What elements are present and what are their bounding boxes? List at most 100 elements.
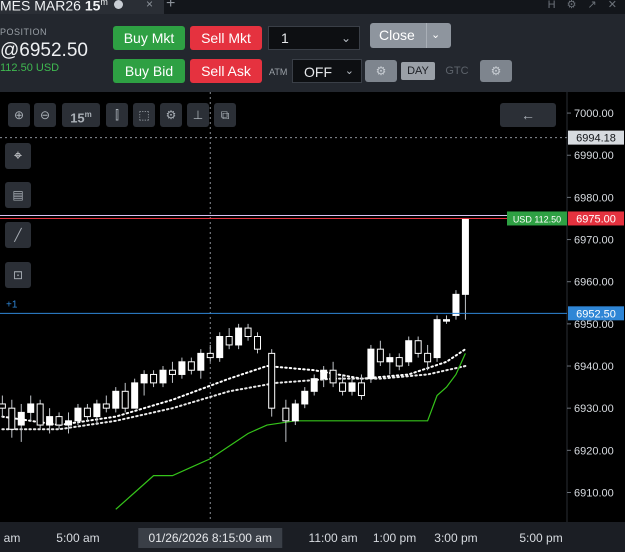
back-arrow-icon[interactable]: ← [500, 103, 556, 127]
candle-body [235, 327, 243, 346]
tab-mes-mar26[interactable]: MES MAR26 15m × [0, 0, 164, 14]
candle-body [216, 336, 224, 359]
y-tick-label: 6950.00 [574, 319, 614, 331]
candle-body [168, 369, 176, 375]
zoom-in-icon[interactable]: ⊕ [8, 103, 30, 127]
close-button[interactable]: Close ⌄ [370, 23, 451, 48]
candle-body [93, 403, 101, 418]
sell-mkt-button[interactable]: Sell Mkt [190, 26, 262, 50]
candle-body [414, 340, 422, 354]
window-controls-icons[interactable]: H ⚙ ↗ ✕ [548, 0, 621, 11]
candle-body [140, 373, 148, 384]
sell-ask-button[interactable]: Sell Ask [190, 59, 262, 83]
candle-body [395, 357, 403, 367]
crosshair-icon[interactable]: ⌖ [5, 143, 31, 169]
y-tick-label: 6920.00 [574, 445, 614, 457]
y-tick-label: 6990.00 [574, 150, 614, 162]
chevron-down-icon[interactable]: ⌄ [431, 28, 440, 41]
y-tick-label: 6910.00 [574, 487, 614, 499]
atm-select[interactable]: OFF ⌄ [292, 59, 362, 83]
x-tick-label: 11:00 am [309, 531, 358, 545]
y-tick-label: 6940.00 [574, 361, 614, 373]
templates-icon[interactable]: ⧉ [214, 103, 236, 127]
candle-body [244, 327, 252, 338]
tif-day-button[interactable]: DAY [401, 62, 435, 80]
chevron-down-icon: ⌄ [344, 65, 354, 77]
candle-body [339, 382, 347, 392]
interval-button[interactable]: 15m [62, 103, 100, 127]
candle-body [405, 340, 413, 363]
candle-body [461, 217, 469, 295]
y-tick-label: 6930.00 [574, 403, 614, 415]
buy-mkt-button[interactable]: Buy Mkt [113, 26, 185, 50]
candle-body [65, 420, 73, 426]
candle-body [121, 390, 129, 409]
divider [426, 23, 427, 48]
chevron-down-icon: ⌄ [340, 31, 351, 45]
crosshair-price-label: 6994.18 [576, 133, 616, 145]
select-region-icon[interactable]: ⬚ [133, 103, 155, 127]
zoom-out-icon[interactable]: ⊖ [34, 103, 56, 127]
tif-gtc-button[interactable]: GTC [438, 62, 476, 80]
atm-value: OFF [304, 64, 332, 80]
x-tick-label: 1:00 pm [373, 531, 416, 545]
candle-body [83, 407, 91, 418]
candle-body [433, 319, 441, 359]
y-tick-label: 7000.00 [574, 108, 614, 120]
price-chart[interactable]: USD 112.50 6975.00+16952.50 7000.006990.0… [0, 92, 625, 552]
crosshair-time-label: 01/26/2026 8:15:00 am [149, 531, 272, 545]
position-label: POSITION [0, 27, 48, 37]
indicators-icon[interactable]: ⊥ [187, 103, 209, 127]
notes-icon[interactable]: ▤ [5, 182, 31, 208]
candle-body [178, 361, 186, 375]
y-tick-label: 6980.00 [574, 192, 614, 204]
x-tick-label: 5:00 pm [519, 531, 562, 545]
quantity-select[interactable]: 1 ⌄ [268, 26, 360, 50]
order-bar: POSITION @6952.50 112.50 USD Buy Mkt Sel… [0, 14, 625, 92]
candle-body [131, 382, 139, 409]
candle-body [17, 411, 25, 426]
candle-body [301, 390, 309, 405]
status-dot-icon [114, 0, 123, 9]
candle-body [225, 336, 233, 346]
candle-body [27, 403, 35, 413]
candle-body [320, 369, 328, 380]
buy-bid-button[interactable]: Buy Bid [113, 59, 185, 83]
pnl-tag-text: USD 112.50 [513, 214, 561, 224]
candle-body [197, 352, 205, 371]
price-label: 6975.00 [576, 213, 616, 225]
atm-settings-gear-icon[interactable]: ⚙ [365, 60, 397, 82]
position-price: @6952.50 [0, 40, 88, 61]
candle-body [55, 416, 63, 426]
tab-close-icon[interactable]: × [146, 0, 153, 11]
candle-body [187, 361, 195, 371]
position-qty-label: +1 [6, 299, 18, 310]
candle-body [74, 407, 82, 422]
tab-bar: MES MAR26 15m × + H ⚙ ↗ ✕ [0, 0, 625, 14]
y-tick-label: 6960.00 [574, 277, 614, 289]
candle-body [8, 407, 16, 430]
lock-icon[interactable]: ⊡ [5, 262, 31, 288]
candle-body [424, 352, 432, 363]
chart-settings-icon[interactable]: ⚙ [160, 103, 182, 127]
quantity-value: 1 [281, 30, 289, 46]
candle-body [348, 382, 356, 392]
draw-line-icon[interactable]: ╱ [5, 222, 31, 248]
candle-body [206, 352, 214, 359]
tif-settings-gear-icon[interactable]: ⚙ [480, 60, 512, 82]
candle-type-icon[interactable]: ⫿ [106, 103, 128, 127]
candle-body [452, 293, 460, 316]
x-tick-label: 5:00 am [56, 531, 99, 545]
candle-body [102, 403, 110, 409]
candle-body [159, 369, 167, 384]
candle-body [150, 373, 158, 384]
y-tick-label: 6970.00 [574, 235, 614, 247]
x-tick-label: am [4, 531, 21, 545]
candle-body [46, 416, 54, 426]
add-tab-icon[interactable]: + [166, 0, 175, 13]
candle-body [357, 382, 365, 397]
candle-body [282, 407, 290, 422]
candle-body [268, 352, 276, 409]
position-usd: 112.50 USD [0, 62, 60, 74]
candle-body [291, 403, 299, 422]
